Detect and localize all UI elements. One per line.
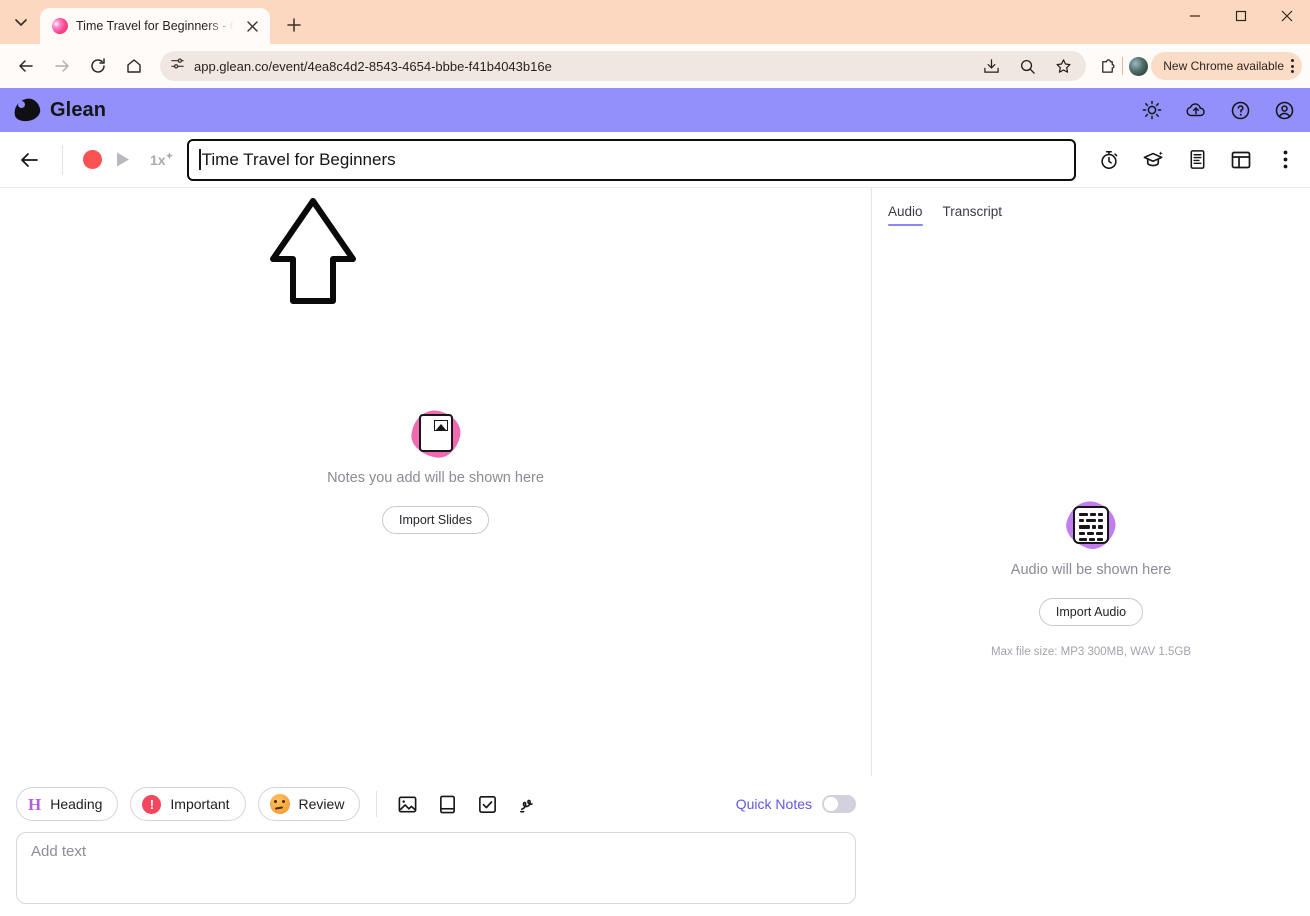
review-face-icon xyxy=(269,794,290,814)
annotation-up-arrow-icon xyxy=(269,197,357,312)
text-caret xyxy=(199,149,201,170)
tab-search-icon[interactable] xyxy=(6,7,36,37)
bookmark-star-icon[interactable] xyxy=(1050,53,1076,79)
important-exclamation-icon: ! xyxy=(142,794,162,814)
more-options-icon[interactable] xyxy=(1272,147,1298,173)
home-icon[interactable] xyxy=(119,51,149,81)
review-chip-label: Review xyxy=(298,796,345,812)
browser-toolbar: app.glean.co/event/4ea8c4d2-8543-4654-bb… xyxy=(0,44,1310,88)
audio-pane-tabs: Audio Transcript xyxy=(872,188,1310,226)
reload-icon[interactable] xyxy=(83,51,113,81)
url-text: app.glean.co/event/4ea8c4d2-8543-4654-bb… xyxy=(194,58,552,74)
close-window-icon[interactable] xyxy=(1264,0,1310,32)
event-toolbar-icons xyxy=(1090,147,1298,173)
cloud-upload-icon[interactable] xyxy=(1184,98,1208,122)
extensions-icon[interactable] xyxy=(1094,53,1120,79)
image-icon[interactable] xyxy=(393,790,421,818)
glean-app: Glean 1x ✦ Time Travel for Beginners Not… xyxy=(0,88,1310,916)
tools-divider xyxy=(376,791,378,817)
toolbar-divider xyxy=(62,144,63,175)
header-icons xyxy=(1140,98,1296,122)
review-chip[interactable]: Review xyxy=(257,787,361,821)
heading-h-icon: H xyxy=(28,794,42,814)
quick-notes-label: Quick Notes xyxy=(735,796,812,812)
tab-audio[interactable]: Audio xyxy=(888,204,923,226)
site-settings-icon[interactable] xyxy=(170,56,185,76)
transcript-icon[interactable] xyxy=(1184,147,1210,173)
zoom-icon[interactable] xyxy=(1014,53,1040,79)
tab-title: Time Travel for Beginners - Glea xyxy=(76,19,234,33)
event-title-input[interactable]: Time Travel for Beginners xyxy=(187,138,1076,181)
audio-document-icon xyxy=(1060,495,1122,555)
stopwatch-icon[interactable] xyxy=(1096,147,1122,173)
quick-notes-control[interactable]: Quick Notes xyxy=(736,795,856,813)
tab-strip: Time Travel for Beginners - Glea xyxy=(0,0,1310,44)
forward-arrow-icon[interactable] xyxy=(47,51,77,81)
app-header: Glean xyxy=(0,88,1310,132)
play-icon[interactable] xyxy=(106,143,140,177)
new-tab-button[interactable] xyxy=(280,11,308,39)
account-icon[interactable] xyxy=(1272,98,1296,122)
profile-avatar[interactable] xyxy=(1125,53,1151,79)
playback-speed-button[interactable]: 1x ✦ xyxy=(150,151,173,168)
browser-tab[interactable]: Time Travel for Beginners - Glea xyxy=(40,8,270,44)
notes-empty-text: Notes you add will be shown here xyxy=(327,470,544,486)
event-toolbar: 1x ✦ Time Travel for Beginners xyxy=(0,132,1310,188)
glean-favicon xyxy=(49,15,71,37)
layout-icon[interactable] xyxy=(1228,147,1254,173)
brand[interactable]: Glean xyxy=(11,96,107,124)
heading-chip[interactable]: H Heading xyxy=(16,787,119,821)
toolbar-divider xyxy=(1122,57,1124,75)
import-audio-button[interactable]: Import Audio xyxy=(1038,598,1144,626)
import-slides-button[interactable]: Import Slides xyxy=(382,506,489,534)
important-chip[interactable]: ! Important xyxy=(130,787,246,821)
playback-speed-value: 1x xyxy=(150,151,166,168)
minimize-icon[interactable] xyxy=(1172,0,1218,32)
glean-logo-icon xyxy=(11,96,43,124)
back-to-library-button[interactable] xyxy=(12,143,46,177)
note-tools-row: H Heading ! Important Review Quick Notes xyxy=(16,776,856,832)
chrome-menu-icon[interactable] xyxy=(1291,59,1294,73)
audio-empty-text: Audio will be shown here xyxy=(1010,562,1172,578)
help-icon[interactable] xyxy=(1228,98,1252,122)
add-text-input[interactable]: Add text xyxy=(16,832,856,904)
window-controls xyxy=(1172,0,1310,44)
heading-chip-label: Heading xyxy=(50,796,103,812)
back-arrow-icon[interactable] xyxy=(11,51,41,81)
audio-pane: Audio Transcript Audio will be shown her… xyxy=(872,188,1310,915)
slides-document-icon xyxy=(407,406,464,462)
chrome-update-label: New Chrome available xyxy=(1163,59,1284,73)
study-icon[interactable] xyxy=(1140,147,1166,173)
maximize-icon[interactable] xyxy=(1218,0,1264,32)
brand-name: Glean xyxy=(50,98,107,121)
book-icon[interactable] xyxy=(433,790,461,818)
address-bar[interactable]: app.glean.co/event/4ea8c4d2-8543-4654-bb… xyxy=(160,51,1087,81)
notes-empty-state: Notes you add will be shown here Import … xyxy=(0,406,871,534)
chrome-update-button[interactable]: New Chrome available xyxy=(1151,52,1302,80)
important-chip-label: Important xyxy=(170,796,230,812)
note-composer: H Heading ! Important Review Quick Notes… xyxy=(0,776,872,916)
close-icon[interactable] xyxy=(242,16,262,36)
audio-empty-state: Audio will be shown here Import Audio Ma… xyxy=(872,495,1310,658)
install-app-icon[interactable] xyxy=(978,53,1004,79)
checkbox-icon[interactable] xyxy=(473,790,501,818)
quick-notes-toggle[interactable] xyxy=(822,795,856,813)
scribble-icon[interactable] xyxy=(513,790,541,818)
brightness-icon[interactable] xyxy=(1140,98,1164,122)
tab-transcript[interactable]: Transcript xyxy=(943,204,1003,226)
browser-window: Time Travel for Beginners - Glea xyxy=(0,0,1310,916)
record-button[interactable] xyxy=(83,150,102,169)
event-title-value: Time Travel for Beginners xyxy=(201,149,396,169)
audio-size-hint: Max file size: MP3 300MB, WAV 1.5GB xyxy=(990,646,1192,658)
